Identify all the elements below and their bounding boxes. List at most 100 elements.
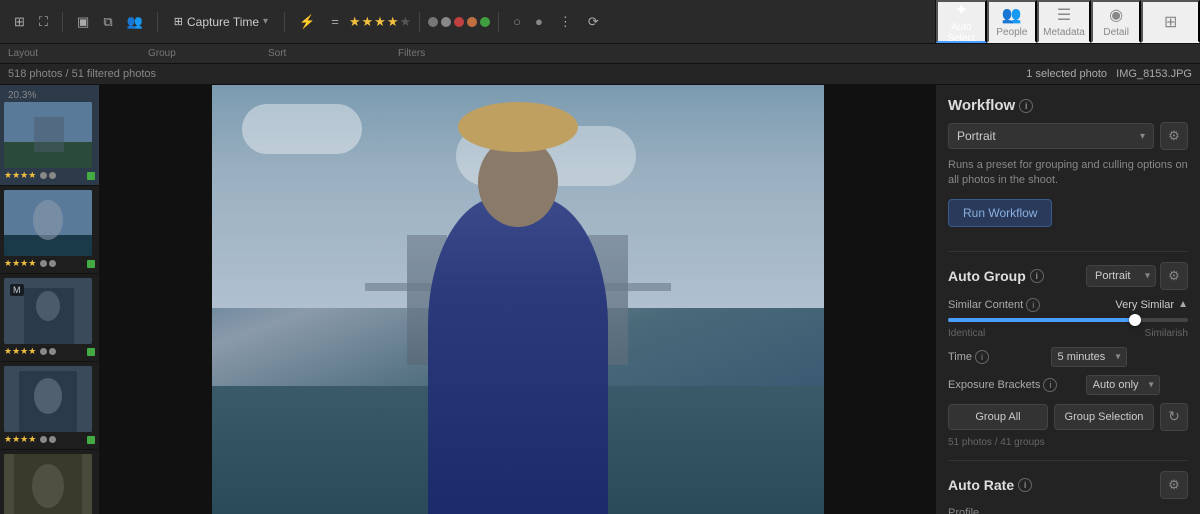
time-select-wrapper: 5 minutes xyxy=(1051,347,1127,367)
workflow-info-icon[interactable]: i xyxy=(1019,99,1033,113)
list-item[interactable]: ★★★★ xyxy=(0,450,99,514)
similar-content-value-text: Very Similar xyxy=(1115,299,1174,311)
cloud-1 xyxy=(242,104,362,154)
list-item[interactable]: 20.3% ★★★★ xyxy=(0,85,99,186)
film-meta: ★★★★ xyxy=(4,346,95,357)
auto-rate-title: Auto Rate i xyxy=(948,477,1032,493)
tab-metadata-label: Metadata xyxy=(1043,27,1085,38)
color-filter-group xyxy=(428,17,490,27)
run-workflow-button[interactable]: Run Workflow xyxy=(948,199,1052,227)
exposure-info-icon[interactable]: i xyxy=(1043,378,1057,392)
color-dot-gray[interactable] xyxy=(428,17,438,27)
group-stats: 51 photos / 41 groups xyxy=(948,437,1188,448)
tab-extra[interactable]: ⊞ xyxy=(1141,0,1200,43)
color-dot-red[interactable] xyxy=(454,17,464,27)
percent-badge: 20.3% xyxy=(4,89,95,102)
similar-content-value: Very Similar ▲ xyxy=(1115,299,1188,311)
auto-rate-info-icon[interactable]: i xyxy=(1018,478,1032,492)
green-badge xyxy=(87,436,95,444)
workflow-description: Runs a preset for grouping and culling o… xyxy=(948,158,1188,189)
filter-button[interactable]: ⚡ xyxy=(293,10,321,34)
exposure-brackets-label: Exposure Brackets i xyxy=(948,378,1057,392)
list-item[interactable]: ★★★★ xyxy=(0,362,99,450)
refresh-button[interactable]: ↻ xyxy=(1160,403,1188,431)
tab-detail[interactable]: ◉ Detail xyxy=(1091,0,1142,43)
star-5: ★ xyxy=(399,14,411,30)
group-selection-button[interactable]: Group Selection xyxy=(1054,404,1154,430)
square-button[interactable]: ▣ xyxy=(71,10,95,34)
time-row: Time i 5 minutes xyxy=(948,347,1188,367)
group-all-button[interactable]: Group All xyxy=(948,404,1048,430)
star-3: ★ xyxy=(374,14,386,30)
film-meta: ★★★★ xyxy=(4,258,95,269)
color-dot-green[interactable] xyxy=(480,17,490,27)
dot xyxy=(49,260,56,267)
film-stars: ★★★★ xyxy=(4,346,36,357)
workflow-preset-select[interactable]: Portrait ▾ xyxy=(948,123,1154,149)
layout-label: Layout xyxy=(8,48,138,59)
grid-view-button[interactable]: ⊞ xyxy=(8,10,31,34)
sort-toolbar-label: Sort xyxy=(268,48,398,59)
film-meta: ★★★★ xyxy=(4,170,95,181)
tab-people[interactable]: 👥 People xyxy=(987,0,1038,43)
time-select[interactable]: 5 minutes xyxy=(1051,347,1127,367)
combined-header: ⊞ ⛶ ▣ ⧉ 👥 ⊞ Capture Time ▾ ⚡ = ★ ★ ★ ★ ★ xyxy=(0,0,1200,44)
list-item[interactable]: M ★★★★ xyxy=(0,274,99,362)
fullscreen-button[interactable]: ⛶ xyxy=(33,10,54,34)
stars-filter[interactable]: ★ ★ ★ ★ ★ xyxy=(349,14,411,30)
auto-group-info-icon[interactable]: i xyxy=(1030,269,1044,283)
divider-2 xyxy=(948,460,1188,461)
time-info-icon[interactable]: i xyxy=(975,350,989,364)
gear-icon: ⚙ xyxy=(1168,128,1180,144)
more-options-button[interactable]: ⋮ xyxy=(553,10,578,34)
similar-content-info-icon[interactable]: i xyxy=(1026,298,1040,312)
star-4: ★ xyxy=(387,14,399,30)
workflow-gear-button[interactable]: ⚙ xyxy=(1160,122,1188,150)
workflow-title-text: Workflow xyxy=(948,97,1015,114)
sort-capture-time-button[interactable]: ⊞ Capture Time ▾ xyxy=(166,11,276,33)
rating-full-button[interactable]: ● xyxy=(529,10,549,33)
film-dots xyxy=(40,260,56,267)
auto-group-title-text: Auto Group xyxy=(948,268,1026,284)
tab-auto-select-label: Auto Select xyxy=(942,22,981,44)
auto-group-title: Auto Group i xyxy=(948,268,1044,284)
slider-thumb[interactable] xyxy=(1129,314,1141,326)
gear-icon-2: ⚙ xyxy=(1168,268,1180,284)
exposure-brackets-select[interactable]: Auto only xyxy=(1086,375,1160,395)
film-stars: ★★★★ xyxy=(4,434,36,445)
exposure-select-wrapper: Auto only xyxy=(1086,375,1160,395)
separator-3 xyxy=(284,12,285,32)
similar-content-label: Similar Content i xyxy=(948,298,1040,312)
equal-button[interactable]: = xyxy=(325,10,345,33)
workflow-chevron-icon: ▾ xyxy=(1140,131,1145,142)
list-item[interactable]: ★★★★ xyxy=(0,186,99,274)
similar-content-row: Similar Content i Very Similar ▲ xyxy=(948,298,1188,312)
auto-rate-gear-button[interactable]: ⚙ xyxy=(1160,471,1188,499)
dot xyxy=(49,348,56,355)
sync-button[interactable]: ⟳ xyxy=(582,10,605,34)
tab-metadata[interactable]: ☰ Metadata xyxy=(1037,0,1091,43)
color-dot-gray2[interactable] xyxy=(441,17,451,27)
photo-view xyxy=(100,85,935,514)
rating-empty-button[interactable]: ○ xyxy=(507,10,527,33)
thumbnail: M xyxy=(4,278,92,344)
copy-button[interactable]: ⧉ xyxy=(97,10,118,34)
layout-group: ⊞ ⛶ xyxy=(8,10,54,34)
metadata-icon: ☰ xyxy=(1057,5,1071,25)
time-label-text: Time xyxy=(948,351,972,363)
people-button[interactable]: 👥 xyxy=(121,10,149,34)
right-panel: Workflow i Portrait ▾ ⚙ Runs a preset fo… xyxy=(935,85,1200,514)
color-dot-orange[interactable] xyxy=(467,17,477,27)
auto-group-preset-select[interactable]: Portrait xyxy=(1086,265,1156,287)
main-photo xyxy=(212,85,824,514)
auto-group-gear-button[interactable]: ⚙ xyxy=(1160,262,1188,290)
slider-label-identical: Identical xyxy=(948,328,985,339)
separator-4 xyxy=(419,12,420,32)
group-group: ▣ ⧉ 👥 xyxy=(71,10,149,34)
workflow-preset-value: Portrait xyxy=(957,129,996,143)
film-dots xyxy=(40,348,56,355)
m-label: M xyxy=(10,284,24,296)
tab-auto-select[interactable]: ✦ Auto Select xyxy=(936,0,987,43)
divider-1 xyxy=(948,251,1188,252)
rating-group: ○ ● xyxy=(507,10,549,33)
